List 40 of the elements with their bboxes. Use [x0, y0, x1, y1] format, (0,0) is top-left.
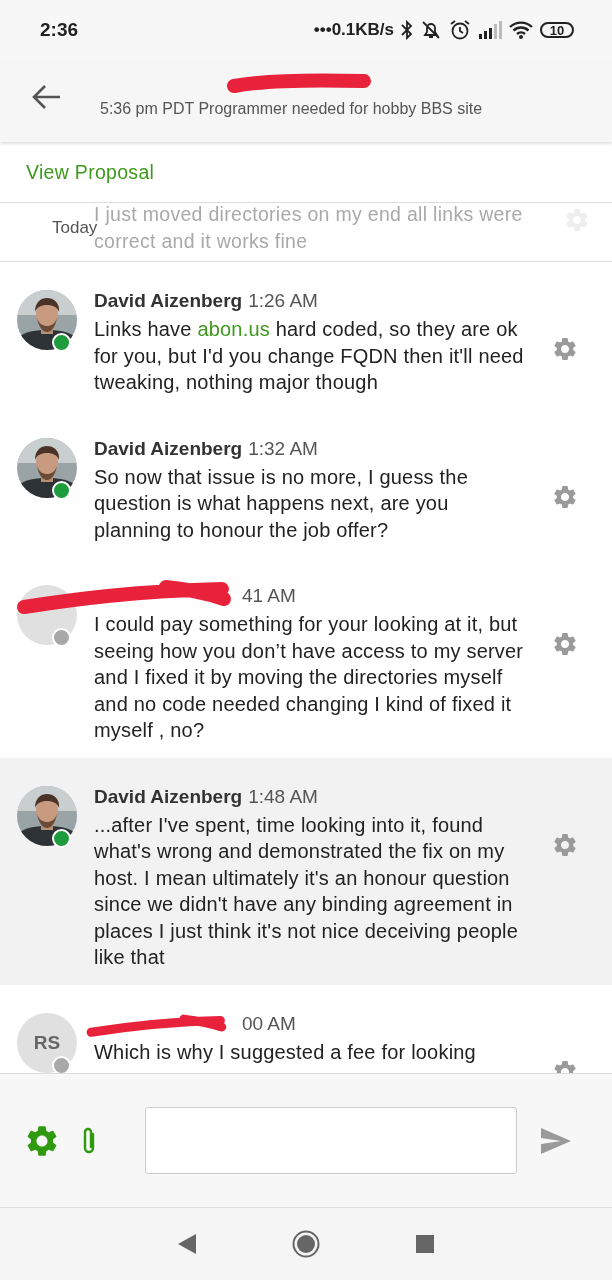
settings-icon[interactable]: [554, 833, 576, 856]
muted-bell-icon: [420, 20, 442, 40]
sender-name: David Aizenberg: [94, 437, 243, 460]
message-time: 1:26 AM: [248, 290, 318, 312]
back-arrow-icon: [32, 84, 62, 110]
back-triangle-icon: [178, 1234, 196, 1254]
sender-name: David Aizenberg: [94, 290, 243, 312]
sender-name: David Aizenberg: [94, 785, 243, 808]
wifi-icon: [509, 21, 533, 39]
settings-button[interactable]: [27, 1125, 57, 1156]
message-text: I could pay something for your looking at it, but seeing how you don’t have access to my server and I fixed it by moving the directories myself and no code needed changing I kind of fixed it myself , no?: [94, 612, 525, 743]
bluetooth-icon: [401, 20, 413, 40]
back-nav-button[interactable]: [178, 1234, 196, 1254]
signal-icon: [478, 21, 502, 39]
link[interactable]: abon.us: [197, 318, 270, 340]
settings-icon: [27, 1125, 57, 1156]
home-button[interactable]: [292, 1230, 320, 1258]
home-circle-icon: [292, 1230, 320, 1258]
clock: 2:36: [40, 19, 80, 41]
send-button[interactable]: [541, 1127, 571, 1154]
message-time: 00 AM: [242, 1012, 296, 1035]
alarm-icon: [449, 19, 471, 41]
message-text: ...after I've spent, time looking into it, found what's wrong and demonstrated the fix on my host. I mean ultimately it's an honour question since we didn't have any binding agreement in places I just think it's not nice deceiving people like that: [94, 812, 520, 970]
message-input[interactable]: [145, 1107, 517, 1174]
settings-icon[interactable]: [554, 633, 576, 655]
view-proposal-link[interactable]: View Proposal: [26, 160, 155, 184]
battery-indicator: 10: [540, 22, 574, 38]
settings-icon[interactable]: [554, 485, 576, 508]
conversation-subtitle: 5:36 pm PDT Programmer needed for hobby BBS site: [100, 100, 483, 118]
message-time: 1:32 AM: [248, 437, 318, 460]
message-text: Links have abon.us hard coded, so they are ok for you, but I'd you change FQDN then it'll need tweaking, nothing major though: [94, 317, 525, 395]
send-icon: [541, 1127, 571, 1154]
message-time: 41 AM: [242, 585, 296, 607]
avatar-initials: RS: [17, 1012, 77, 1073]
message-time: 1:48 AM: [248, 785, 318, 808]
square-icon: [416, 1235, 434, 1253]
settings-icon[interactable]: [554, 338, 576, 360]
network-speed: •••0.1KB/s: [313, 20, 394, 40]
message-text: Which is why I suggested a fee for looking: [94, 1039, 477, 1065]
message-text: So now that issue is no more, I guess the question is what happens next, are you planning to honour the job offer?: [94, 464, 469, 543]
